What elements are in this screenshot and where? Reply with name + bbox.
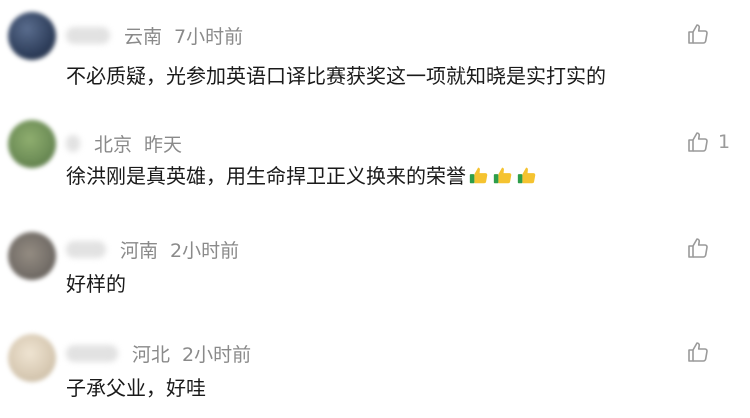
like-button[interactable]	[686, 22, 718, 46]
comment-region: 河南	[120, 240, 159, 262]
comment-time: 2小时前	[182, 344, 252, 366]
username-blurred[interactable]	[66, 27, 110, 44]
comment-region: 云南	[124, 26, 163, 48]
comment-region: 河北	[132, 344, 171, 366]
username-blurred[interactable]	[66, 241, 106, 258]
like-button[interactable]: 1	[686, 130, 730, 154]
thumbs-up-emoji-icon	[517, 167, 536, 183]
username-blurred[interactable]	[66, 135, 80, 152]
comment-time: 昨天	[144, 134, 183, 156]
like-count: 1	[718, 131, 731, 153]
thumbs-up-emoji-icon	[493, 167, 512, 183]
thumbs-up-icon[interactable]	[686, 236, 710, 260]
comment-text: 徐洪刚是真英雄，用生命捍卫正义换来的荣誉	[66, 164, 466, 188]
username-blurred[interactable]	[66, 345, 118, 362]
comment-text: 子承父业，好哇	[66, 376, 206, 400]
like-button[interactable]	[686, 340, 718, 364]
like-button[interactable]	[686, 236, 718, 260]
comment-time: 7小时前	[174, 26, 244, 48]
comment-region: 北京	[94, 134, 133, 156]
comment-text: 好样的	[66, 272, 126, 296]
thumbs-up-icon[interactable]	[686, 340, 710, 364]
avatar[interactable]	[8, 12, 56, 60]
comment-time: 2小时前	[170, 240, 240, 262]
avatar[interactable]	[8, 232, 56, 280]
comment-text: 不必质疑，光参加英语口译比赛获奖这一项就知晓是实打实的	[66, 64, 606, 88]
avatar[interactable]	[8, 120, 56, 168]
thumbs-up-icon[interactable]	[686, 130, 710, 154]
avatar[interactable]	[8, 334, 56, 382]
thumbs-up-icon[interactable]	[686, 22, 710, 46]
thumbs-up-emoji-icon	[469, 167, 488, 183]
